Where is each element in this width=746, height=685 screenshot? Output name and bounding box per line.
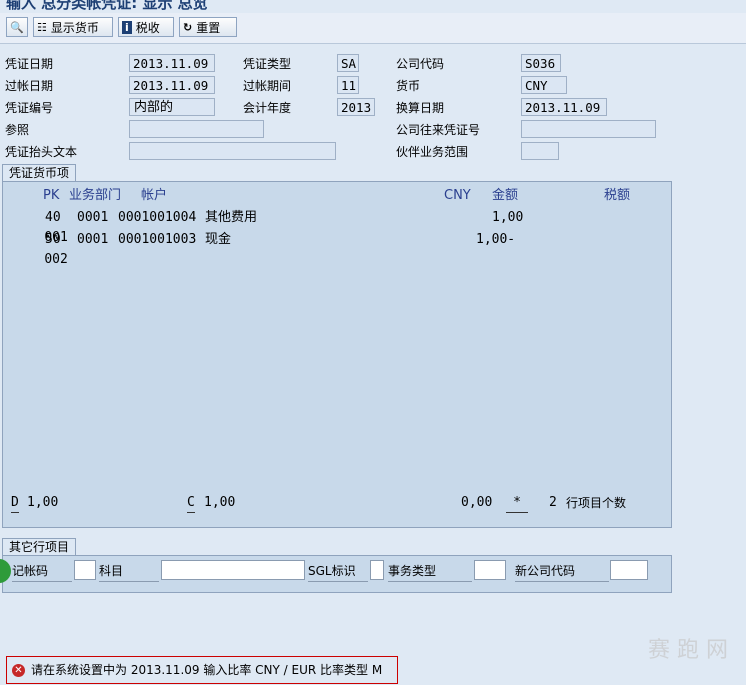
watermark-logo: 赛 跑 网 xyxy=(648,638,728,663)
doc-type-field[interactable]: SA xyxy=(337,54,359,72)
sgl-indicator-input[interactable] xyxy=(370,560,384,580)
status-bar-message[interactable]: ✕ 请在系统设置中为 2013.11.09 输入比率 CNY / EUR 比率类… xyxy=(6,656,398,684)
col-header-business-area: 业务部门 xyxy=(69,188,122,203)
partner-ba-field[interactable] xyxy=(521,142,559,160)
row-amount: 1,00- xyxy=(476,232,516,247)
reference-field[interactable] xyxy=(129,120,264,138)
reset-button[interactable]: ↻ 重置 xyxy=(179,17,237,37)
debit-total: 1,00 xyxy=(27,495,59,510)
row-number: 002 xyxy=(44,252,68,267)
company-code-label: 公司代码 xyxy=(396,57,445,71)
transaction-type-input[interactable] xyxy=(474,560,506,580)
transaction-type-label: 事务类型 xyxy=(388,561,472,582)
item-count-label: 行项目个数 xyxy=(566,496,627,510)
tax-button[interactable]: i 税收 xyxy=(118,17,174,37)
line-items-panel: PK 业务部门 帐户 CNY 金额 税额 001 40 0001 0001001… xyxy=(2,181,672,528)
magnifier-icon: 🔍 xyxy=(10,20,24,34)
company-code-field[interactable]: S036 xyxy=(521,54,561,72)
doc-number-label: 凭证编号 xyxy=(5,101,54,115)
col-header-currency: CNY xyxy=(444,188,471,203)
posting-date-field[interactable]: 2013.11.09 xyxy=(129,76,215,94)
reference-label: 参照 xyxy=(5,123,30,137)
intercompany-field[interactable] xyxy=(521,120,656,138)
col-header-account: 帐户 xyxy=(141,188,168,203)
currency-field[interactable]: CNY xyxy=(521,76,567,94)
account-input[interactable] xyxy=(161,560,305,580)
doc-date-label: 凭证日期 xyxy=(5,57,54,71)
row-posting-key: 50 xyxy=(45,232,61,247)
period-field[interactable]: 11 xyxy=(337,76,359,94)
fiscal-year-field[interactable]: 2013 xyxy=(337,98,375,116)
tab-other-line-item[interactable]: 其它行项目 xyxy=(2,538,77,555)
hierarchy-icon: ☷ xyxy=(37,20,47,34)
period-label: 过帐期间 xyxy=(243,79,292,93)
display-currency-label: 显示货币 xyxy=(50,20,99,35)
sgl-indicator-label: SGL标识 xyxy=(308,561,368,582)
intercompany-label: 公司往来凭证号 xyxy=(396,123,481,137)
posting-key-label: 记帐码 xyxy=(12,561,72,582)
header-text-label: 凭证抬头文本 xyxy=(5,145,78,159)
posting-key-input[interactable] xyxy=(74,560,96,580)
row-account: 0001001003 xyxy=(118,232,197,247)
row-business-area: 0001 xyxy=(77,210,109,225)
col-header-pk: PK xyxy=(43,188,60,203)
reset-icon: ↻ xyxy=(183,20,193,34)
doc-number-field[interactable]: 内部的 xyxy=(129,98,215,116)
doc-date-field[interactable]: 2013.11.09 xyxy=(129,54,215,72)
tab-document-currency-items[interactable]: 凭证货币项 xyxy=(2,164,77,181)
doc-type-label: 凭证类型 xyxy=(243,57,292,71)
balance-flag: * xyxy=(506,494,528,513)
credit-label: C xyxy=(187,494,195,513)
fiscal-year-label: 会计年度 xyxy=(243,101,292,115)
green-status-icon xyxy=(0,559,11,583)
translation-date-field[interactable]: 2013.11.09 xyxy=(521,98,607,116)
row-account: 0001001004 xyxy=(118,210,197,225)
status-message-text: 请在系统设置中为 2013.11.09 输入比率 CNY / EUR 比率类型 … xyxy=(31,663,383,677)
error-icon: ✕ xyxy=(12,664,25,677)
debit-label: D xyxy=(11,494,19,513)
display-details-button[interactable]: 🔍 xyxy=(6,17,28,37)
window-title: 输入 总分类帐凭证: 显示 总览 xyxy=(6,0,208,12)
reset-label: 重置 xyxy=(196,20,221,35)
other-line-panel: 记帐码 科目 SGL标识 事务类型 新公司代码 xyxy=(0,555,672,593)
row-business-area: 0001 xyxy=(77,232,109,247)
row-account-name: 现金 xyxy=(205,232,232,247)
row-amount: 1,00 xyxy=(492,210,524,225)
account-label: 科目 xyxy=(99,561,159,582)
credit-total: 1,00 xyxy=(204,495,236,510)
row-posting-key: 40 xyxy=(45,210,61,225)
application-toolbar: 🔍 ☷ 显示货币 i 税收 ↻ 重置 xyxy=(0,13,746,44)
item-count: 2 xyxy=(549,495,557,510)
new-company-code-input[interactable] xyxy=(610,560,648,580)
col-header-amount: 金额 xyxy=(492,188,519,203)
display-currency-button[interactable]: ☷ 显示货币 xyxy=(33,17,113,37)
partner-ba-label: 伙伴业务范围 xyxy=(396,145,469,159)
col-header-tax: 税额 xyxy=(604,188,631,203)
info-icon: i xyxy=(122,20,132,34)
tax-label: 税收 xyxy=(135,20,160,35)
new-company-code-label: 新公司代码 xyxy=(515,561,609,582)
header-text-field[interactable] xyxy=(129,142,336,160)
currency-label: 货币 xyxy=(396,79,421,93)
balance-value: 0,00 xyxy=(461,495,493,510)
row-account-name: 其他费用 xyxy=(205,210,258,225)
posting-date-label: 过帐日期 xyxy=(5,79,54,93)
title-bar: 输入 总分类帐凭证: 显示 总览 xyxy=(0,0,746,12)
translation-date-label: 换算日期 xyxy=(396,101,445,115)
